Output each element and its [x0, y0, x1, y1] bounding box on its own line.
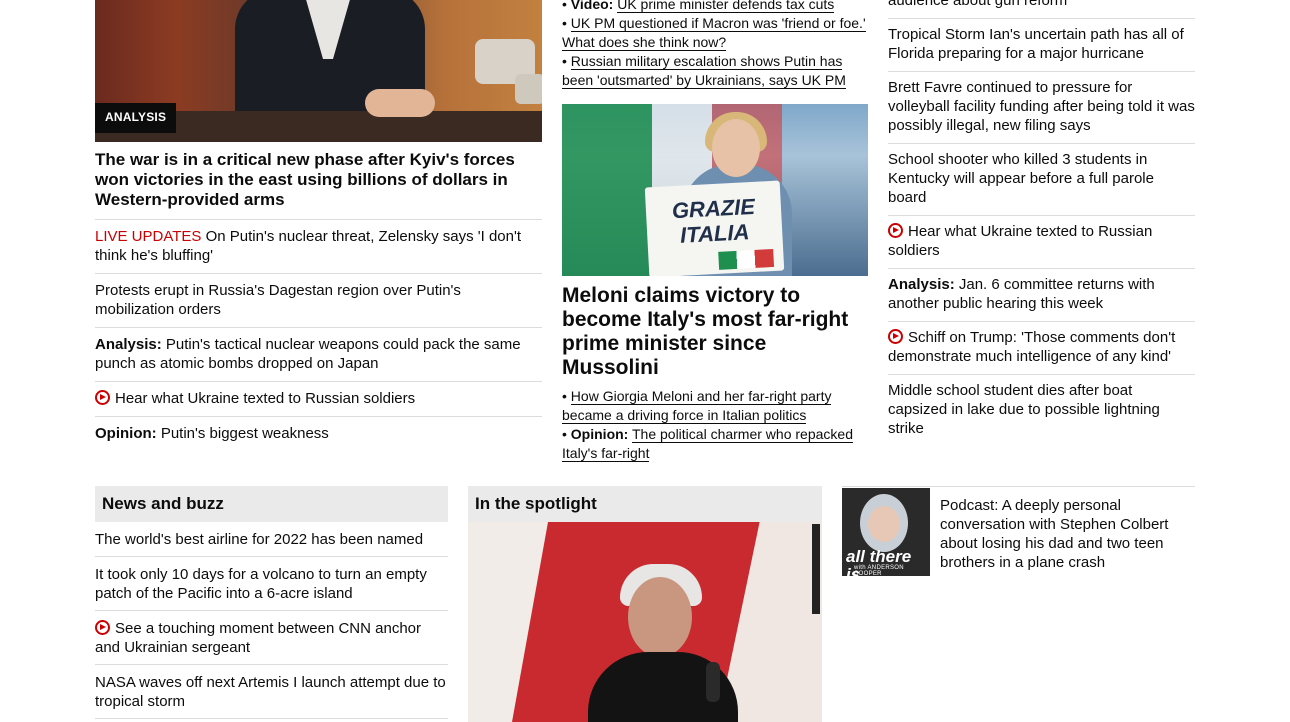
hero-headline[interactable]: The war is in a critical new phase after…	[95, 150, 542, 220]
middle-column: • Video: UK prime minister defends tax c…	[562, 0, 868, 463]
meloni-bullet-list: • How Giorgia Meloni and her far-right p…	[562, 387, 868, 463]
list-item[interactable]: Brett Favre continued to pressure for vo…	[888, 72, 1195, 144]
bullet-item[interactable]: • Opinion: The political charmer who rep…	[562, 425, 868, 463]
bullet-item[interactable]: • UK PM questioned if Macron was 'friend…	[562, 14, 868, 52]
analysis-badge: ANALYSIS	[95, 103, 177, 133]
top-bullet-list: • Video: UK prime minister defends tax c…	[562, 0, 868, 90]
play-icon	[95, 390, 110, 405]
list-item[interactable]: Protests erupt in Russia's Dagestan regi…	[95, 274, 542, 328]
play-icon	[888, 329, 903, 344]
podcast-thumbnail[interactable]: all there is with ANDERSON COOPER	[842, 488, 930, 576]
list-item[interactable]: The world's best airline for 2022 has be…	[95, 522, 448, 557]
left-column: ANALYSIS The war is in a critical new ph…	[95, 0, 542, 451]
spotlight-image[interactable]	[468, 522, 822, 722]
play-icon	[95, 620, 110, 635]
bullet-item[interactable]: • Video: UK prime minister defends tax c…	[562, 0, 868, 14]
list-item[interactable]: NASA waves off next Artemis I launch att…	[95, 665, 448, 719]
list-item-partial[interactable]: audience about gun reform	[888, 0, 1195, 19]
podcast-item[interactable]: all there is with ANDERSON COOPER Podcas…	[842, 486, 1195, 576]
list-item[interactable]: See a touching moment between CNN anchor…	[95, 611, 448, 665]
list-item[interactable]: Hear what Ukraine texted to Russian sold…	[95, 382, 542, 417]
news-and-buzz-section: News and buzz The world's best airline f…	[95, 486, 448, 719]
list-item[interactable]: Schiff on Trump: 'Those comments don't d…	[888, 322, 1195, 375]
meloni-headline[interactable]: Meloni claims victory to become Italy's …	[562, 284, 868, 380]
list-item[interactable]: School shooter who killed 3 students in …	[888, 144, 1195, 216]
podcast-section: all there is with ANDERSON COOPER Podcas…	[842, 486, 1195, 576]
list-item[interactable]: Analysis: Putin's tactical nuclear weapo…	[95, 328, 542, 382]
podcast-text[interactable]: Podcast: A deeply personal conversation …	[930, 488, 1195, 576]
list-item[interactable]: Tropical Storm Ian's uncertain path has …	[888, 19, 1195, 72]
list-item[interactable]: Middle school student dies after boat ca…	[888, 375, 1195, 446]
bullet-item[interactable]: • Russian military escalation shows Puti…	[562, 52, 868, 90]
list-item[interactable]: Opinion: Putin's biggest weakness	[95, 417, 542, 451]
list-item[interactable]: It took only 10 days for a volcano to tu…	[95, 557, 448, 611]
play-icon	[888, 223, 903, 238]
section-title: In the spotlight	[468, 486, 822, 522]
list-item[interactable]: Hear what Ukraine texted to Russian sold…	[888, 216, 1195, 269]
list-item[interactable]: LIVE UPDATES On Putin's nuclear threat, …	[95, 220, 542, 274]
list-item[interactable]: Analysis: Jan. 6 committee returns with …	[888, 269, 1195, 322]
right-column: audience about gun reform Tropical Storm…	[888, 0, 1195, 446]
meloni-image[interactable]: GRAZIE ITALIA	[562, 104, 868, 276]
live-updates-label: LIVE UPDATES	[95, 228, 202, 245]
grazie-italia-sign: GRAZIE ITALIA	[644, 180, 785, 276]
bullet-item[interactable]: • How Giorgia Meloni and her far-right p…	[562, 387, 868, 425]
hero-image[interactable]: ANALYSIS	[95, 0, 542, 142]
spotlight-section: In the spotlight	[468, 486, 822, 722]
section-title: News and buzz	[95, 486, 448, 522]
